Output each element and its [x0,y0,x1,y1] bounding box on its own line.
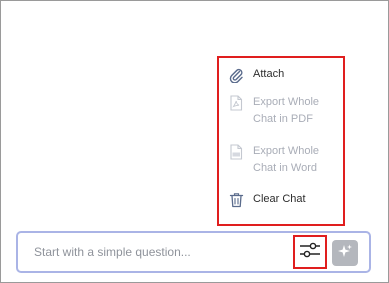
word-file-icon [227,143,245,161]
menu-item-label: Attach [253,68,285,80]
sparkle-icon [337,243,353,264]
menu-item-export-word[interactable]: Export Whole Chat in Word [227,143,333,177]
sliders-icon [299,241,321,264]
menu-item-label: Export Whole Chat in Word [253,145,320,174]
menu-item-label: Clear Chat [253,193,306,205]
chat-options-button[interactable] [293,235,327,269]
menu-item-attach[interactable]: Attach [227,66,333,84]
chat-input[interactable] [34,243,284,261]
trash-icon [227,191,245,209]
pdf-file-icon [227,94,245,112]
paperclip-icon [227,66,245,84]
menu-item-clear-chat[interactable]: Clear Chat [227,191,333,209]
send-button[interactable] [332,240,358,266]
chat-options-menu: Attach Export Whole Chat in PDF Export W… [217,56,345,226]
menu-item-label: Export Whole Chat in PDF [253,96,320,125]
menu-item-export-pdf[interactable]: Export Whole Chat in PDF [227,94,333,128]
